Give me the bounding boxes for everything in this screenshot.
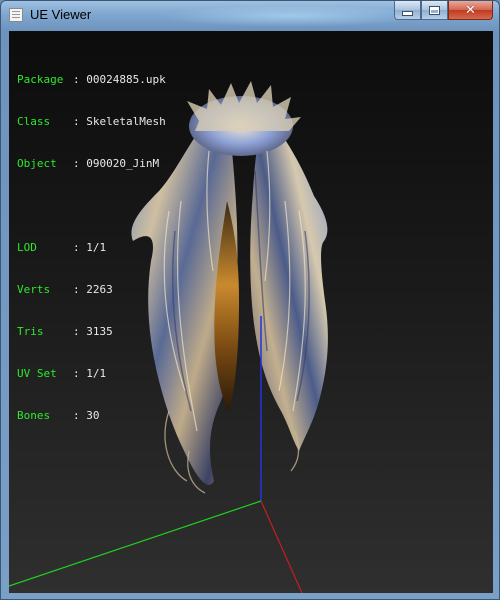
info-separator: : [73,325,87,338]
info-value-tris: 3135 [86,325,113,338]
info-label: UV Set [17,367,57,380]
info-separator: : [73,367,87,380]
app-window: UE Viewer ✕ Package: 00024885.upk Class… [0,0,500,600]
info-row-bones: Bones: 30 [17,409,166,423]
caption-buttons: ✕ [394,1,493,21]
close-button[interactable]: ✕ [448,1,493,20]
info-row-lod: LOD: 1/1 [17,241,166,255]
axis-x [260,500,303,593]
info-label: Object [17,157,57,170]
info-label: Class [17,115,51,128]
info-row-verts: Verts: 2263 [17,283,166,297]
minimize-icon [402,10,413,16]
info-value-uv-set: 1/1 [86,367,107,380]
maximize-button[interactable] [421,1,448,20]
info-value-verts: 2263 [86,283,113,296]
close-icon: ✕ [465,2,476,18]
info-row-uv-set: UV Set: 1/1 [17,367,166,381]
info-separator: : [73,73,87,86]
info-separator: : [73,409,87,422]
info-value-bones: 30 [86,409,100,422]
info-label: Tris [17,325,44,338]
info-label: Package [17,73,64,86]
info-row-tris: Tris: 3135 [17,325,166,339]
title-bar[interactable]: UE Viewer ✕ [1,1,499,31]
axis-y [9,500,262,587]
title-bar-glow [161,5,421,27]
window-title: UE Viewer [30,7,92,22]
info-value-class: SkeletalMesh [86,115,166,128]
info-row-package: Package: 00024885.upk [17,73,166,87]
info-separator: : [73,157,87,170]
info-value-lod: 1/1 [86,241,107,254]
info-value-package: 00024885.upk [86,73,166,86]
info-label: LOD [17,241,37,254]
app-window-icon[interactable] [9,8,23,22]
info-row-object: Object: 090020_JinM [17,157,166,171]
info-value-object: 090020_JinM [86,157,160,170]
maximize-icon [429,5,440,15]
info-separator: : [73,241,87,254]
minimize-button[interactable] [394,1,421,20]
3d-viewport[interactable]: Package: 00024885.upk Class: SkeletalMes… [9,31,493,593]
info-label: Bones [17,409,51,422]
mesh-info-panel: Package: 00024885.upk Class: SkeletalMes… [17,45,166,451]
info-row-class: Class: SkeletalMesh [17,115,166,129]
info-label: Verts [17,283,51,296]
info-separator: : [73,283,87,296]
info-separator: : [73,115,87,128]
